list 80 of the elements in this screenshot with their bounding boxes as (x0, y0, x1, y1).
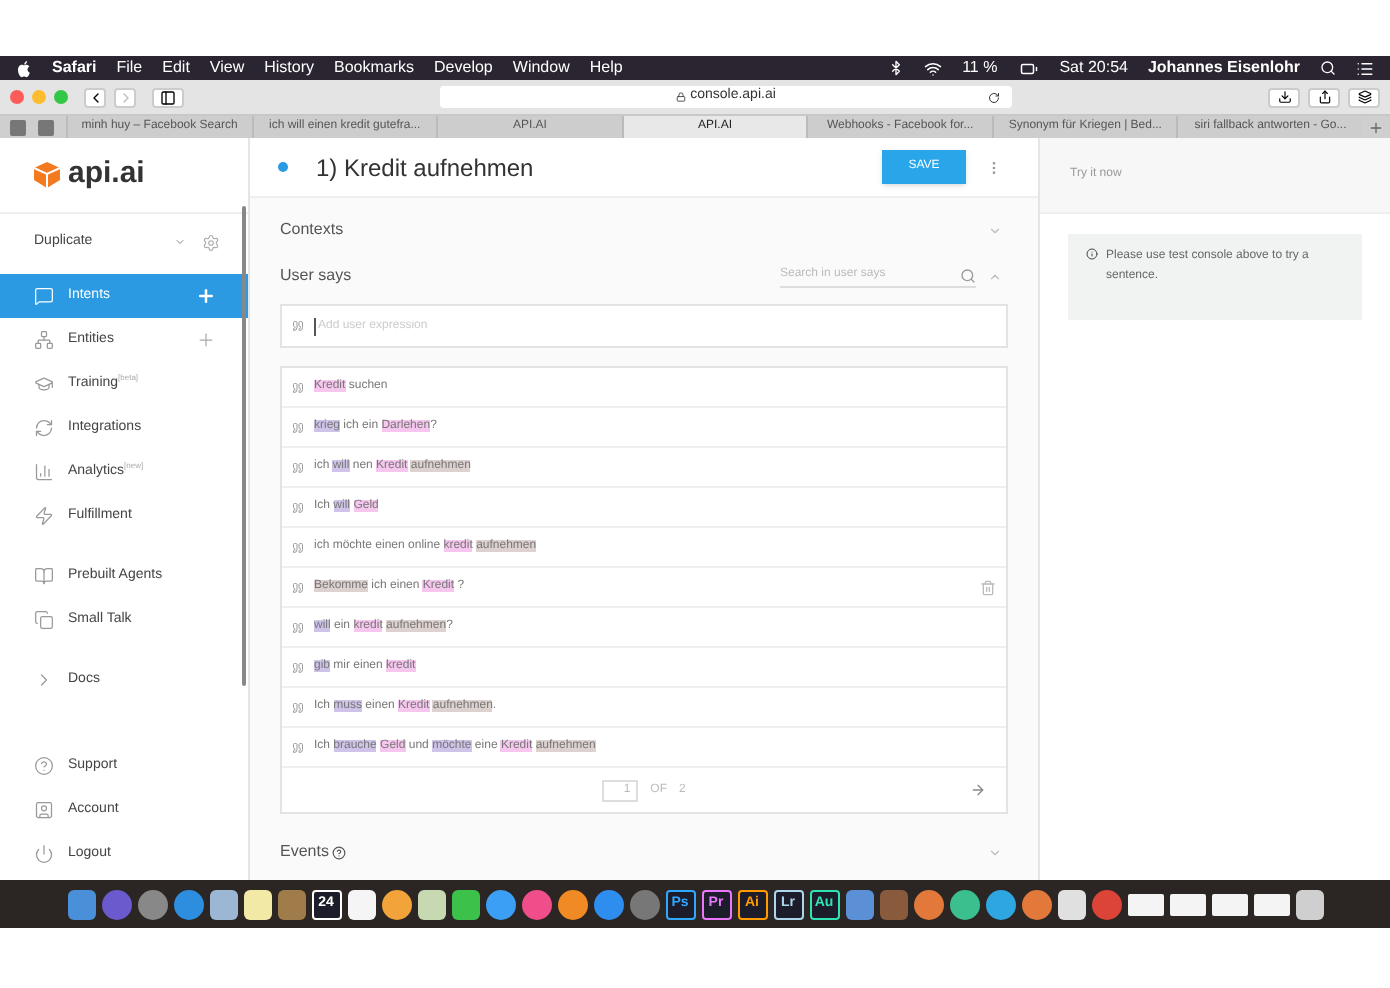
tabs-overview-button[interactable] (1348, 87, 1380, 107)
quote-icon (292, 320, 304, 332)
quote-icon (292, 741, 304, 753)
app-icon[interactable] (949, 889, 979, 919)
facebook-favorite-icon[interactable] (10, 119, 26, 135)
lock-icon (676, 92, 687, 102)
quote-icon (292, 381, 304, 393)
account-icon (34, 800, 54, 820)
app-icon[interactable] (347, 889, 375, 919)
app-icon[interactable] (243, 889, 271, 919)
chat-icon (34, 286, 54, 306)
battery-percentage: 11 % (962, 56, 998, 80)
apple-logo-icon[interactable] (16, 59, 32, 77)
help-icon[interactable] (332, 845, 347, 859)
help-icon (34, 756, 54, 776)
app-icon[interactable] (381, 889, 411, 919)
menu-item[interactable]: Window (512, 56, 570, 80)
document-icon[interactable] (1253, 893, 1289, 915)
menu-clock[interactable]: Sat 20:54 (1059, 56, 1128, 80)
app-icon[interactable] (557, 889, 587, 919)
power-icon (34, 844, 54, 864)
menu-item[interactable]: Bookmarks (334, 56, 415, 80)
app-icon[interactable] (1057, 889, 1085, 919)
bolt-icon (34, 506, 54, 526)
quote-icon (292, 701, 304, 713)
copy-icon (34, 610, 54, 630)
sync-icon (34, 418, 54, 438)
next-page-icon[interactable] (970, 782, 986, 798)
hierarchy-icon (34, 330, 54, 350)
share-icon (1317, 90, 1331, 104)
quote-icon (292, 661, 304, 673)
menu-item[interactable]: File (116, 56, 143, 80)
wifi-icon[interactable] (924, 59, 943, 77)
menu-item[interactable]: Edit (162, 56, 190, 80)
section-title: User says (280, 264, 354, 288)
intent-title: 1) Kredit aufnehmen (316, 151, 536, 185)
menu-item[interactable]: Develop (434, 56, 493, 80)
app-icon[interactable] (417, 889, 445, 919)
new-tab-icon[interactable] (1368, 119, 1384, 135)
app-icon[interactable] (209, 889, 237, 919)
app-icon[interactable] (1295, 889, 1323, 919)
book-icon (34, 566, 54, 586)
downloads-button[interactable] (1268, 87, 1300, 107)
sidebar-toggle-button[interactable] (152, 87, 184, 107)
favorite-icon[interactable] (38, 119, 54, 135)
document-icon[interactable] (1169, 893, 1205, 915)
menu-item[interactable]: Help (589, 56, 623, 80)
quote-icon (292, 421, 304, 433)
battery-icon[interactable] (1017, 59, 1040, 77)
logo-text: api.ai (68, 154, 145, 195)
user-name[interactable]: Johannes Eisenlohr (1147, 56, 1300, 80)
app-icon[interactable] (985, 889, 1015, 919)
cube-logo-icon (32, 160, 62, 190)
sidebar-icon (160, 89, 176, 105)
quote-icon (292, 621, 304, 633)
app-menu[interactable]: Safari (52, 56, 97, 80)
tabs-icon (1357, 90, 1371, 104)
menu-item[interactable]: History (264, 56, 315, 80)
scrollbar[interactable] (242, 206, 246, 686)
bar-chart-icon (34, 462, 54, 482)
graduation-cap-icon (34, 374, 54, 394)
quote-icon (292, 541, 304, 553)
info-icon (1086, 248, 1098, 260)
app-icon[interactable] (451, 889, 479, 919)
reload-icon[interactable] (988, 91, 1000, 103)
section-title[interactable]: Contexts (280, 218, 988, 242)
share-button[interactable] (1308, 87, 1340, 107)
close-window-icon[interactable] (10, 90, 24, 104)
quote-icon (292, 501, 304, 513)
section-title[interactable]: Events (280, 840, 329, 864)
quote-icon (292, 461, 304, 473)
bluetooth-icon[interactable] (888, 60, 905, 76)
download-icon (1277, 90, 1291, 104)
quote-icon (292, 581, 304, 593)
document-icon[interactable] (1127, 893, 1163, 915)
document-icon[interactable] (1211, 893, 1247, 915)
list-icon[interactable] (1356, 59, 1374, 77)
menu-item[interactable]: View (209, 56, 245, 80)
add-icon[interactable] (196, 286, 216, 306)
back-button[interactable] (84, 87, 106, 107)
